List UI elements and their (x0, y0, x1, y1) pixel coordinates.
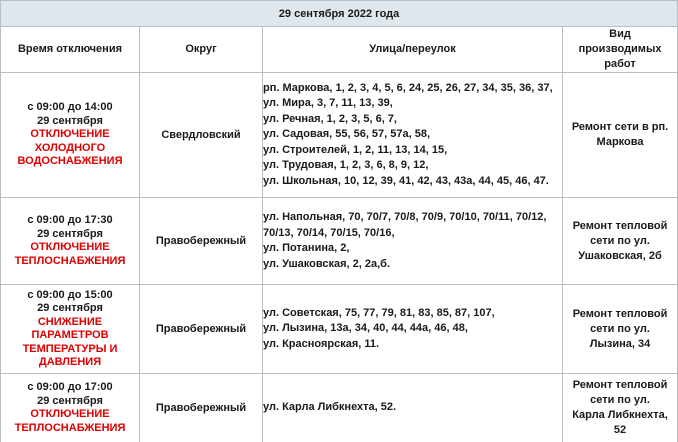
time-cell: с 09:00 до 14:00 29 сентября ОТКЛЮЧЕНИЕ … (1, 73, 140, 198)
event-type-line: ТЕПЛОСНАБЖЕНИЯ (1, 255, 139, 269)
event-type-line: ТЕПЛОСНАБЖЕНИЯ (1, 422, 139, 436)
work-line: сети по ул. (563, 322, 677, 337)
outage-table: 29 сентября 2022 года Время отключения О… (0, 0, 678, 442)
work-cell: Ремонт тепловой сети по ул. Ушаковская, … (563, 198, 678, 285)
street-line: ул. Школьная, 10, 12, 39, 41, 42, 43, 43… (263, 174, 562, 190)
column-header-time: Время отключения (1, 27, 140, 73)
event-type-line: ТЕМПЕРАТУРЫ И (1, 343, 139, 357)
column-header-work-line: работ (563, 57, 677, 72)
column-header-work-line: производимых (563, 42, 677, 57)
district-cell: Правобережный (140, 285, 263, 374)
work-line: Ремонт тепловой (563, 307, 677, 322)
street-line: ул. Мира, 3, 7, 11, 13, 39, (263, 96, 562, 112)
street-line: рп. Маркова, 1, 2, 3, 4, 5, 6, 24, 25, 2… (263, 81, 562, 97)
time-range: с 09:00 до 15:00 (1, 289, 139, 303)
column-header-work-line: Вид (563, 27, 677, 42)
time-range: с 09:00 до 17:30 (1, 214, 139, 228)
work-line: Карла Либкнехта, (563, 408, 677, 423)
work-line: Маркова (563, 135, 677, 150)
street-line: ул. Напольная, 70, 70/7, 70/8, 70/9, 70/… (263, 210, 562, 226)
table-row: с 09:00 до 17:00 29 сентября ОТКЛЮЧЕНИЕ … (1, 374, 678, 442)
column-header-row: Время отключения Округ Улица/переулок Ви… (1, 27, 678, 73)
street-line: ул. Садовая, 55, 56, 57, 57а, 58, (263, 127, 562, 143)
work-line: Ремонт тепловой (563, 378, 677, 393)
column-header-street: Улица/переулок (263, 27, 563, 73)
streets-cell: рп. Маркова, 1, 2, 3, 4, 5, 6, 24, 25, 2… (263, 73, 563, 198)
event-type-line: ОТКЛЮЧЕНИЕ (1, 128, 139, 142)
event-type-line: ДАВЛЕНИЯ (1, 356, 139, 370)
work-line: сети по ул. (563, 393, 677, 408)
table-row: с 09:00 до 17:30 29 сентября ОТКЛЮЧЕНИЕ … (1, 198, 678, 285)
street-line: ул. Красноярская, 11. (263, 337, 562, 353)
column-header-work: Вид производимых работ (563, 27, 678, 73)
outage-schedule-page: 29 сентября 2022 года Время отключения О… (0, 0, 678, 439)
event-type-line: СНИЖЕНИЕ (1, 316, 139, 330)
streets-cell: ул. Карла Либкнехта, 52. (263, 374, 563, 442)
work-line: сети по ул. (563, 234, 677, 249)
time-date: 29 сентября (1, 302, 139, 316)
event-type-line: ОТКЛЮЧЕНИЕ (1, 241, 139, 255)
district-cell: Правобережный (140, 374, 263, 442)
street-line: ул. Ушаковская, 2, 2а,б. (263, 257, 562, 273)
work-cell: Ремонт тепловой сети по ул. Карла Либкне… (563, 374, 678, 442)
street-line: ул. Лызина, 13а, 34, 40, 44, 44а, 46, 48… (263, 321, 562, 337)
time-range: с 09:00 до 17:00 (1, 381, 139, 395)
time-date: 29 сентября (1, 115, 139, 129)
time-cell: с 09:00 до 17:30 29 сентября ОТКЛЮЧЕНИЕ … (1, 198, 140, 285)
street-line: ул. Карла Либкнехта, 52. (263, 400, 562, 416)
work-cell: Ремонт тепловой сети по ул. Лызина, 34 (563, 285, 678, 374)
district-cell: Правобережный (140, 198, 263, 285)
date-header: 29 сентября 2022 года (1, 1, 678, 27)
work-line: 52 (563, 423, 677, 438)
work-line: Лызина, 34 (563, 337, 677, 352)
time-cell: с 09:00 до 17:00 29 сентября ОТКЛЮЧЕНИЕ … (1, 374, 140, 442)
table-row: с 09:00 до 15:00 29 сентября СНИЖЕНИЕ ПА… (1, 285, 678, 374)
work-cell: Ремонт сети в рп. Маркова (563, 73, 678, 198)
streets-cell: ул. Напольная, 70, 70/7, 70/8, 70/9, 70/… (263, 198, 563, 285)
street-line: ул. Речная, 1, 2, 3, 5, 6, 7, (263, 112, 562, 128)
work-line: Ремонт тепловой (563, 219, 677, 234)
streets-cell: ул. Советская, 75, 77, 79, 81, 83, 85, 8… (263, 285, 563, 374)
event-type-line: ПАРАМЕТРОВ (1, 329, 139, 343)
time-cell: с 09:00 до 15:00 29 сентября СНИЖЕНИЕ ПА… (1, 285, 140, 374)
table-row: с 09:00 до 14:00 29 сентября ОТКЛЮЧЕНИЕ … (1, 73, 678, 198)
event-type-line: ВОДОСНАБЖЕНИЯ (1, 155, 139, 169)
street-line: ул. Советская, 75, 77, 79, 81, 83, 85, 8… (263, 306, 562, 322)
event-type-line: ХОЛОДНОГО (1, 142, 139, 156)
street-line: ул. Трудовая, 1, 2, 3, 6, 8, 9, 12, (263, 158, 562, 174)
time-date: 29 сентября (1, 228, 139, 242)
column-header-district: Округ (140, 27, 263, 73)
work-line: Ремонт сети в рп. (563, 120, 677, 135)
date-header-row: 29 сентября 2022 года (1, 1, 678, 27)
district-cell: Свердловский (140, 73, 263, 198)
event-type-line: ОТКЛЮЧЕНИЕ (1, 408, 139, 422)
time-range: с 09:00 до 14:00 (1, 101, 139, 115)
street-line: ул. Строителей, 1, 2, 11, 13, 14, 15, (263, 143, 562, 159)
work-line: Ушаковская, 2б (563, 249, 677, 264)
time-date: 29 сентября (1, 395, 139, 409)
street-line: 70/13, 70/14, 70/15, 70/16, (263, 226, 562, 242)
street-line: ул. Потанина, 2, (263, 241, 562, 257)
